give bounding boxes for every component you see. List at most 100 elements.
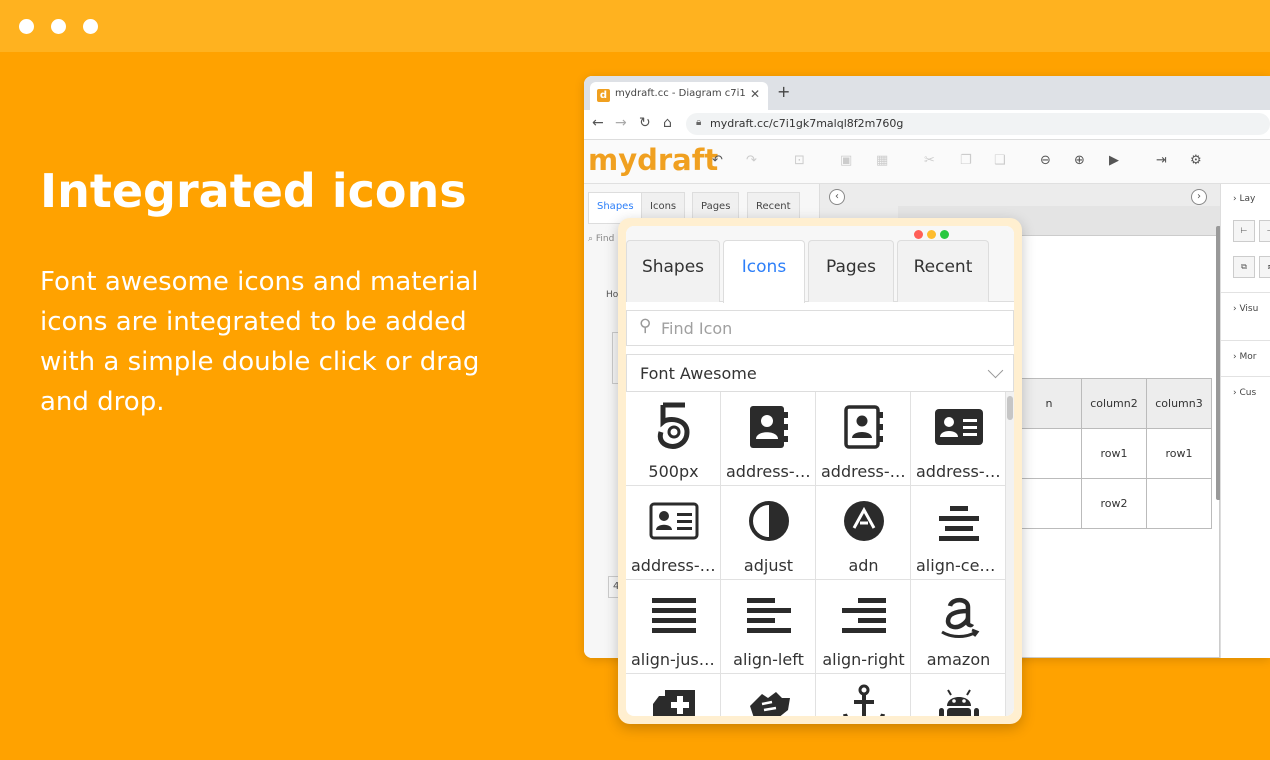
icon-label: amazon — [926, 650, 991, 669]
right-item-visual[interactable]: › Visu — [1233, 304, 1258, 314]
redo-icon[interactable]: ↷ — [746, 153, 757, 168]
icon-label: address-card-o — [631, 556, 721, 575]
icon-tile-address-book[interactable]: address-book — [721, 392, 816, 486]
back-icon[interactable]: ← — [592, 115, 604, 131]
right-divider — [1221, 292, 1270, 293]
icon-tile-align-right[interactable]: align-right — [816, 580, 911, 674]
collapse-left-icon[interactable]: ‹ — [829, 189, 845, 205]
table-cell: row1 — [1081, 428, 1147, 479]
icon-tile-500px[interactable]: 500px — [626, 392, 721, 486]
left-find-text: Find — [595, 234, 615, 244]
icon-tile-address-book-o[interactable]: address-book-o — [816, 392, 911, 486]
traffic-close-icon[interactable] — [914, 230, 923, 239]
sign-language-icon — [721, 684, 816, 716]
icon-tile-address-card-o[interactable]: address-card-o — [626, 486, 721, 580]
address-book-outline-icon — [816, 402, 911, 452]
adjust-icon — [721, 496, 816, 546]
right-item-more[interactable]: › Mor — [1233, 352, 1256, 362]
icon-grid: 500px address-book address-book-o addres… — [626, 392, 1006, 716]
browser-tab-title: mydraft.cc - Diagram c7i1gk7mai — [615, 88, 745, 99]
group-icon[interactable]: ▣ — [840, 153, 852, 168]
right-item-label: Visu — [1239, 304, 1259, 314]
distribute-tool-2-icon[interactable]: ⧈ — [1259, 256, 1270, 278]
traffic-minimize-icon[interactable] — [927, 230, 936, 239]
icon-panel: Shapes Icons Pages Recent ⚲ Font Awesome… — [626, 226, 1014, 716]
settings-gear-icon[interactable]: ⚙ — [1190, 153, 1202, 168]
table-cell — [1016, 478, 1082, 529]
right-divider — [1221, 376, 1270, 377]
close-icon[interactable]: ✕ — [750, 87, 760, 101]
tab-shapes[interactable]: Shapes — [626, 240, 720, 302]
align-center-tool-icon[interactable]: ⊣ — [1259, 220, 1270, 242]
play-icon[interactable]: ▶ — [1109, 153, 1119, 168]
browser-tab[interactable]: d mydraft.cc - Diagram c7i1gk7mai ✕ — [590, 82, 768, 110]
distribute-tool-icon[interactable]: ⧉ — [1233, 256, 1255, 278]
zoom-out-icon[interactable]: ⊖ — [1040, 153, 1051, 168]
app-logo: mydraft — [588, 143, 719, 177]
export-icon[interactable]: ⇥ — [1156, 153, 1167, 168]
reload-icon[interactable]: ↻ — [639, 115, 651, 131]
align-right-icon — [816, 590, 911, 640]
icon-tile-align-center[interactable]: align-center — [911, 486, 1006, 580]
icon-tile-ambulance[interactable] — [626, 674, 721, 716]
table-cell: column2 — [1081, 378, 1147, 429]
search-icon: ⚲ — [639, 316, 652, 336]
icon-tile-align-left[interactable]: align-left — [721, 580, 816, 674]
collapse-right-icon[interactable]: › — [1191, 189, 1207, 205]
icon-label: align-left — [733, 650, 804, 669]
window-title-bar — [0, 0, 1270, 52]
icon-tile-adn[interactable]: adn — [816, 486, 911, 580]
align-left-tool-icon[interactable]: ⊢ — [1233, 220, 1255, 242]
paste-icon[interactable]: ❑ — [994, 153, 1006, 168]
zoom-in-icon[interactable]: ⊕ — [1074, 153, 1085, 168]
table-cell: row2 — [1081, 478, 1147, 529]
window-dot-1[interactable] — [19, 19, 34, 34]
favicon-icon: d — [597, 89, 610, 102]
icon-tile-align-justify[interactable]: align-justify — [626, 580, 721, 674]
diagram-table[interactable]: n column2 column3 row1 row1 row2 — [1016, 378, 1212, 529]
window-dot-3[interactable] — [83, 19, 98, 34]
new-tab-icon[interactable]: + — [777, 82, 790, 101]
icon-library-label: Font Awesome — [640, 364, 757, 383]
right-item-custom[interactable]: › Cus — [1233, 388, 1256, 398]
icon-tile-anchor[interactable] — [816, 674, 911, 716]
icon-label: address-card — [916, 462, 1006, 481]
right-item-label: Mor — [1239, 352, 1257, 362]
right-item-layout[interactable]: › Lay — [1233, 194, 1255, 204]
icon-tile-android[interactable] — [911, 674, 1006, 716]
chevron-down-icon — [987, 362, 1004, 379]
undo-icon[interactable]: ↶ — [712, 153, 723, 168]
icon-label: 500px — [648, 462, 699, 481]
cut-icon[interactable]: ✂ — [924, 153, 935, 168]
icon-tile-amazon[interactable]: amazon — [911, 580, 1006, 674]
icon-search-input[interactable] — [661, 313, 1001, 343]
left-find-input[interactable]: ⌕ Find — [588, 234, 614, 244]
align-justify-icon — [626, 590, 721, 640]
home-icon[interactable]: ⌂ — [663, 115, 672, 131]
copy-icon[interactable]: ❐ — [960, 153, 972, 168]
icon-grid-scrollbar[interactable] — [1006, 392, 1014, 716]
tab-recent[interactable]: Recent — [897, 240, 989, 302]
icon-library-select[interactable]: Font Awesome — [626, 354, 1014, 392]
address-bar[interactable]: 🔒︎ mydraft.cc/c7i1gk7malql8f2m760g — [686, 113, 1270, 135]
tab-pages[interactable]: Pages — [808, 240, 894, 302]
tab-icons[interactable]: Icons — [723, 240, 805, 303]
table-cell — [1016, 428, 1082, 479]
lock-toggle-icon[interactable]: ⊡ — [794, 153, 805, 168]
traffic-maximize-icon[interactable] — [940, 230, 949, 239]
icon-tile-address-card[interactable]: address-card — [911, 392, 1006, 486]
ungroup-icon[interactable]: ▦ — [876, 153, 888, 168]
icon-label: adn — [848, 556, 879, 575]
forward-icon[interactable]: → — [615, 115, 627, 131]
icon-grid-scrollbar-thumb[interactable] — [1007, 396, 1013, 420]
url-text: mydraft.cc/c7i1gk7malql8f2m760g — [710, 117, 904, 130]
table-cell: column3 — [1146, 378, 1212, 429]
right-panel: › Lay ⊢ ⊣ ⧉ ⧈ › Visu › Mor › Cus — [1220, 184, 1270, 658]
icon-label: align-center — [916, 556, 1006, 575]
right-item-label: Lay — [1239, 194, 1256, 204]
icon-tile-sign-language[interactable] — [721, 674, 816, 716]
window-dot-2[interactable] — [51, 19, 66, 34]
align-left-icon — [721, 590, 816, 640]
icon-tile-adjust[interactable]: adjust — [721, 486, 816, 580]
icon-label: align-right — [822, 650, 905, 669]
